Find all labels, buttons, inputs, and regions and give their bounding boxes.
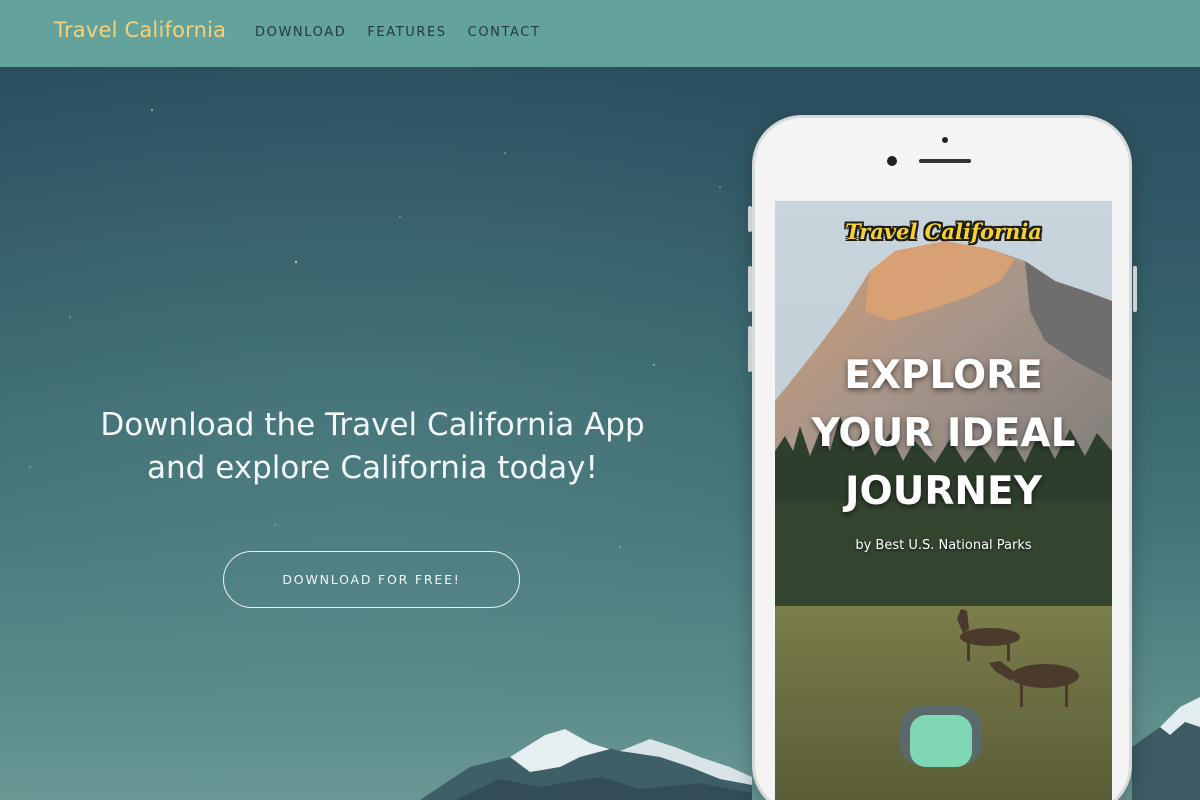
- phone-volume-down-button: [748, 326, 752, 372]
- phone-power-button: [1133, 266, 1137, 312]
- app-start-button[interactable]: [900, 706, 982, 767]
- phone-volume-up-button: [748, 266, 752, 312]
- app-start-button-face: [910, 715, 972, 767]
- app-headline: EXPLORE YOUR IDEAL JOURNEY: [775, 347, 1112, 521]
- phone-sensor: [942, 137, 948, 143]
- download-for-free-button[interactable]: DOWNLOAD FOR FREE!: [223, 551, 520, 608]
- phone-speaker: [919, 159, 971, 163]
- nav-links: DOWNLOAD FEATURES CONTACT: [255, 25, 541, 40]
- phone-mockup: Travel California EXPLORE YOUR IDEAL JOU…: [748, 115, 1137, 800]
- hero-heading-line-1: Download the Travel California App: [100, 407, 645, 443]
- app-logo: Travel California: [845, 219, 1042, 244]
- brand-logo-link[interactable]: Travel California: [54, 18, 226, 42]
- hero-heading-line-2: and explore California today!: [147, 450, 598, 486]
- nav-link-contact[interactable]: CONTACT: [468, 25, 541, 40]
- app-subtitle: by Best U.S. National Parks: [855, 538, 1032, 553]
- app-headline-line-3: JOURNEY: [845, 469, 1042, 514]
- app-headline-line-2: YOUR IDEAL: [811, 411, 1076, 456]
- top-navbar: Travel California DOWNLOAD FEATURES CONT…: [0, 0, 1200, 67]
- nav-link-features[interactable]: FEATURES: [367, 25, 446, 40]
- nav-link-download[interactable]: DOWNLOAD: [255, 25, 346, 40]
- phone-camera: [887, 156, 897, 166]
- phone-screen: Travel California EXPLORE YOUR IDEAL JOU…: [775, 201, 1112, 800]
- app-headline-line-1: EXPLORE: [844, 353, 1043, 398]
- hero-heading: Download the Travel California App and e…: [60, 404, 685, 490]
- phone-side-button: [748, 206, 752, 232]
